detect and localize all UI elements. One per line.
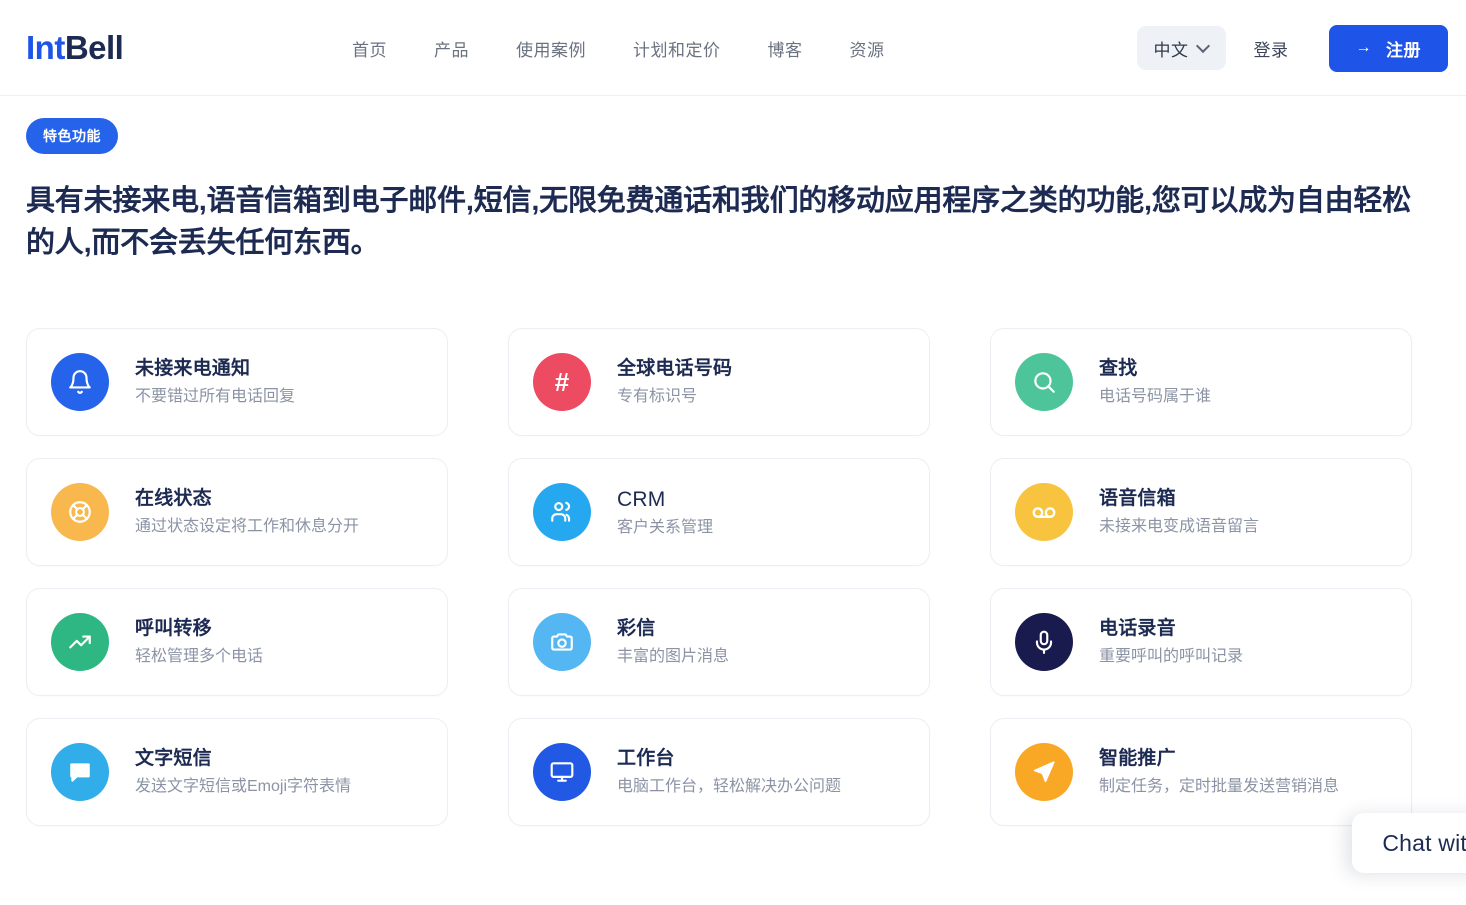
feature-card[interactable]: 未接来电通知不要错过所有电话回复 [26, 328, 448, 437]
feature-card-title: 未接来电通知 [135, 358, 251, 380]
feature-card-text: 电话录音重要呼叫的呼叫记录 [1099, 616, 1243, 668]
hero-section: 特色功能 具有未接来电,语音信箱到电子邮件,短信,无限免费通话和我们的移动应用程… [0, 96, 1466, 264]
logo-text-int: Int [26, 29, 65, 66]
chevron-down-icon [1198, 41, 1209, 52]
feature-card-subtitle: 丰富的图片消息 [617, 647, 730, 665]
feature-card[interactable]: 彩信 丰富的图片消息 [508, 588, 930, 697]
status-lifebuoy-icon [51, 483, 109, 542]
feature-card-title: 查找 [1099, 358, 1138, 380]
nav-item-plans-pricing[interactable]: 计划和定价 [633, 28, 721, 69]
chat-widget[interactable]: Chat with [1352, 813, 1466, 873]
feature-card-subtitle: 不要错过所有电话回复 [135, 387, 296, 405]
feature-card[interactable]: 工作台电脑工作台，轻松解决办公问题 [508, 718, 930, 827]
feature-card[interactable]: # 全球电话号码专有标识号 [508, 328, 930, 437]
arrow-right-icon: → [1355, 39, 1372, 56]
feature-card-title: 文字短信 [135, 748, 212, 770]
header-actions: 中文 登录 → 注册 [1136, 0, 1448, 96]
feature-card[interactable]: 文字短信发送文字短信或Emoji字符表情 [26, 718, 448, 827]
feature-card[interactable]: 语音信箱未接来电变成语音留言 [990, 458, 1412, 567]
camera-icon [533, 613, 591, 672]
send-icon [1015, 743, 1073, 802]
trending-up-icon [51, 613, 109, 672]
feature-card-title: 语音信箱 [1099, 488, 1176, 510]
feature-card-title: 智能推广 [1099, 748, 1176, 770]
site-logo[interactable]: IntBell [26, 26, 124, 70]
feature-card[interactable]: CRM 客户关系管理 [508, 458, 930, 567]
page-title: 具有未接来电,语音信箱到电子邮件,短信,无限免费通话和我们的移动应用程序之类的功… [26, 185, 1412, 260]
feature-card-title: 全球电话号码 [617, 358, 733, 380]
language-selector[interactable]: 中文 [1136, 26, 1226, 70]
monitor-icon [533, 743, 591, 802]
feature-card-subtitle: 专有标识号 [617, 387, 698, 405]
feature-card[interactable]: 智能推广制定任务，定时批量发送营销消息 [990, 718, 1412, 827]
feature-card-title: 在线状态 [135, 488, 212, 510]
signup-button-label: 注册 [1386, 40, 1421, 60]
main-navigation: 首页 产品 使用案例 计划和定价 博客 资源 [352, 0, 885, 96]
feature-card[interactable]: 在线状态通过状态设定将工作和休息分开 [26, 458, 448, 567]
message-bubble-icon [51, 743, 109, 802]
feature-card-subtitle: 电脑工作台，轻松解决办公问题 [617, 777, 842, 795]
feature-card-text: 彩信 丰富的图片消息 [617, 616, 729, 668]
login-link[interactable]: 登录 [1238, 28, 1305, 69]
feature-card-text: 在线状态通过状态设定将工作和休息分开 [135, 486, 359, 538]
nav-item-resources[interactable]: 资源 [850, 28, 885, 69]
feature-card-subtitle: 通过状态设定将工作和休息分开 [135, 517, 360, 535]
nav-item-blog[interactable]: 博客 [768, 28, 803, 69]
feature-card-title: 工作台 [617, 748, 675, 770]
language-label: 中文 [1153, 40, 1189, 60]
feature-card-text: 呼叫转移轻松管理多个电话 [135, 616, 263, 668]
feature-card-text: 查找 电话号码属于谁 [1099, 356, 1211, 408]
page-root: IntBell 首页 产品 使用案例 计划和定价 博客 资源 中文 登录 → 注… [0, 0, 1466, 905]
bell-icon [51, 353, 109, 412]
feature-card-text: 未接来电通知不要错过所有电话回复 [135, 356, 295, 408]
feature-card-title: CRM [617, 487, 666, 511]
users-icon [533, 483, 591, 542]
feature-grid: 未接来电通知不要错过所有电话回复 # 全球电话号码专有标识号 查找电话号码属于谁在线状… [0, 328, 1466, 827]
feature-card[interactable]: 查找 电话号码属于谁 [990, 328, 1412, 437]
logo-text-bell: Bell [64, 29, 124, 66]
site-header: IntBell 首页 产品 使用案例 计划和定价 博客 资源 中文 登录 → 注… [0, 0, 1466, 96]
feature-card-subtitle: 重要呼叫的呼叫记录 [1099, 647, 1244, 665]
hash-icon: # [533, 353, 591, 412]
feature-card-subtitle: 客户关系管理 [617, 519, 714, 537]
signup-button[interactable]: → 注册 [1328, 24, 1448, 72]
feature-card-subtitle: 未接来电变成语音留言 [1099, 517, 1260, 535]
microphone-icon [1015, 613, 1073, 672]
feature-card-subtitle: 制定任务，定时批量发送营销消息 [1099, 777, 1340, 795]
nav-item-use-cases[interactable]: 使用案例 [516, 28, 586, 69]
section-badge: 特色功能 [26, 118, 118, 154]
voicemail-icon [1015, 483, 1073, 542]
feature-card-subtitle: 发送文字短信或Emoji字符表情 [135, 777, 352, 795]
feature-card[interactable]: 电话录音重要呼叫的呼叫记录 [990, 588, 1412, 697]
chat-widget-label: Chat with [1382, 829, 1466, 856]
feature-card-text: 文字短信发送文字短信或Emoji字符表情 [135, 746, 351, 798]
feature-card-title: 彩信 [617, 618, 656, 640]
search-icon [1015, 353, 1073, 412]
feature-card-text: 工作台电脑工作台，轻松解决办公问题 [617, 746, 841, 798]
feature-card-title: 呼叫转移 [135, 618, 212, 640]
feature-card-title: 电话录音 [1099, 618, 1176, 640]
nav-item-products[interactable]: 产品 [434, 28, 469, 69]
feature-card-text: 全球电话号码专有标识号 [617, 356, 732, 408]
feature-card-text: 智能推广制定任务，定时批量发送营销消息 [1099, 746, 1339, 798]
feature-card-subtitle: 电话号码属于谁 [1099, 387, 1212, 405]
feature-card-text: 语音信箱未接来电变成语音留言 [1099, 486, 1259, 538]
feature-card[interactable]: 呼叫转移轻松管理多个电话 [26, 588, 448, 697]
feature-card-subtitle: 轻松管理多个电话 [135, 647, 264, 665]
nav-item-home[interactable]: 首页 [352, 28, 387, 69]
feature-card-text: CRM 客户关系管理 [617, 485, 713, 540]
